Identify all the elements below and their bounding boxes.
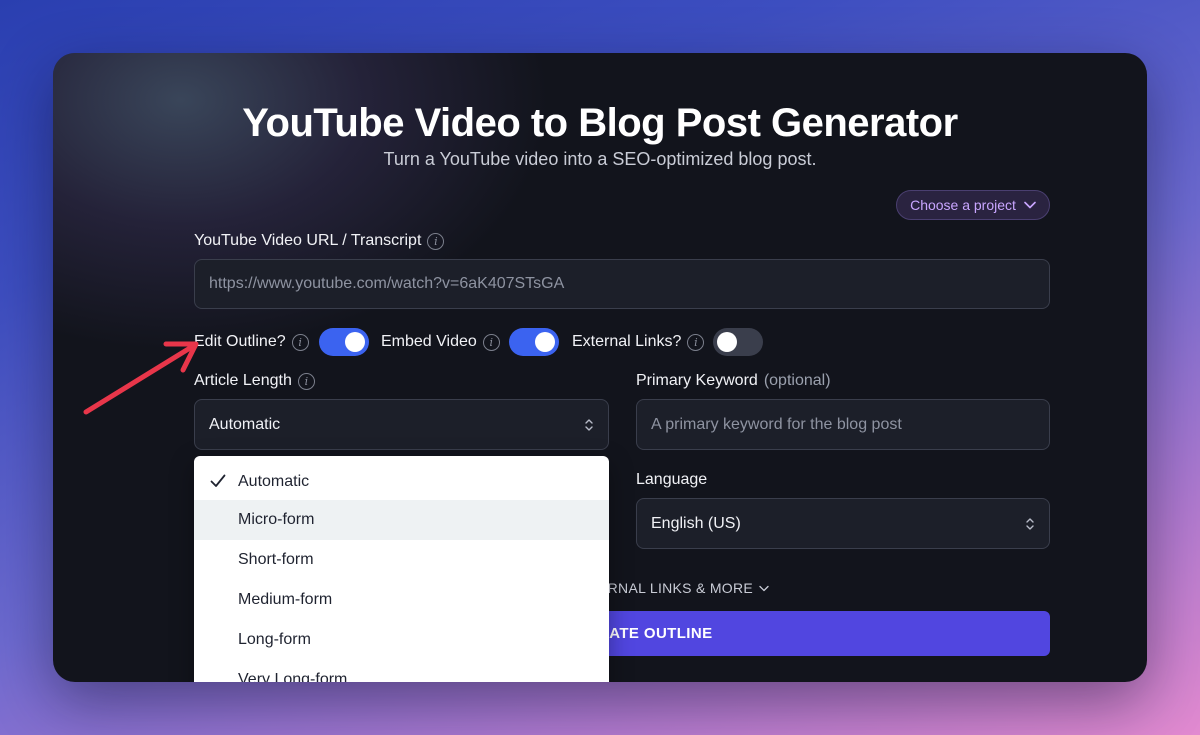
more-options-toggle[interactable]: ERNAL LINKS & MORE — [598, 580, 769, 596]
language-value: English (US) — [651, 514, 741, 532]
generate-outline-label: RATE OUTLINE — [598, 625, 713, 642]
info-icon[interactable]: i — [687, 333, 705, 351]
dropdown-option-very-long-form[interactable]: Very Long-form — [194, 660, 609, 682]
dropdown-option-short-form[interactable]: Short-form — [194, 540, 609, 580]
keyword-input[interactable]: A primary keyword for the blog post — [636, 399, 1050, 450]
page-title: YouTube Video to Blog Post Generator — [242, 101, 958, 145]
option-label: Very Long-form — [238, 671, 348, 682]
option-label: Medium-form — [238, 591, 333, 608]
embed-video-toggle[interactable] — [509, 328, 559, 356]
option-label: Micro-form — [238, 511, 315, 528]
language-label-text: Language — [636, 471, 708, 488]
url-field-label-text: YouTube Video URL / Transcript — [194, 232, 422, 249]
chevron-up-down-icon — [1025, 516, 1035, 532]
keyword-label: Primary Keyword (optional) — [636, 372, 831, 390]
toggle-knob — [717, 332, 737, 352]
article-length-dropdown: Automatic Micro-form Short-form Medium-f… — [194, 456, 609, 682]
embed-video-label-text: Embed Video — [381, 333, 477, 350]
article-length-value: Automatic — [209, 415, 281, 433]
option-label: Long-form — [238, 631, 311, 648]
keyword-optional-tag: (optional) — [763, 372, 831, 389]
edit-outline-label-text: Edit Outline? — [194, 333, 286, 350]
generator-card: YouTube Video to Blog Post Generator Tur… — [53, 53, 1147, 682]
dropdown-option-automatic[interactable]: Automatic — [194, 456, 609, 500]
info-icon[interactable]: i — [427, 232, 445, 250]
article-length-select[interactable]: Automatic — [194, 399, 609, 450]
article-length-label: Article Length i — [194, 372, 315, 390]
url-input[interactable]: https://www.youtube.com/watch?v=6aK407ST… — [194, 259, 1050, 309]
url-field-label: YouTube Video URL / Transcript i — [194, 232, 445, 250]
article-length-label-text: Article Length — [194, 372, 292, 389]
keyword-input-placeholder: A primary keyword for the blog post — [651, 415, 902, 433]
toggle-knob — [535, 332, 555, 352]
dropdown-option-medium-form[interactable]: Medium-form — [194, 580, 609, 620]
edit-outline-label: Edit Outline? i — [194, 333, 309, 351]
external-links-label-text: External Links? — [572, 333, 682, 350]
choose-project-button[interactable]: Choose a project — [896, 190, 1050, 220]
checkmark-icon — [210, 472, 226, 493]
choose-project-label: Choose a project — [910, 197, 1016, 213]
url-input-placeholder: https://www.youtube.com/watch?v=6aK407ST… — [209, 275, 565, 292]
info-icon[interactable]: i — [482, 333, 500, 351]
dropdown-option-micro-form[interactable]: Micro-form — [194, 500, 609, 540]
external-links-toggle[interactable] — [713, 328, 763, 356]
option-label: Automatic — [238, 473, 310, 490]
dropdown-option-long-form[interactable]: Long-form — [194, 620, 609, 660]
keyword-label-text: Primary Keyword — [636, 372, 758, 389]
option-label: Short-form — [238, 551, 314, 568]
external-links-label: External Links? i — [572, 333, 705, 351]
more-options-label: ERNAL LINKS & MORE — [598, 580, 754, 596]
info-icon[interactable]: i — [297, 372, 315, 390]
language-select[interactable]: English (US) — [636, 498, 1050, 549]
edit-outline-toggle[interactable] — [319, 328, 369, 356]
embed-video-label: Embed Video i — [381, 333, 500, 351]
page-subtitle: Turn a YouTube video into a SEO-optimize… — [383, 149, 817, 169]
generate-outline-button[interactable]: RATE OUTLINE — [593, 611, 1050, 656]
info-icon[interactable]: i — [291, 333, 309, 351]
chevron-up-down-icon — [584, 417, 594, 433]
language-label: Language — [636, 471, 707, 489]
chevron-down-icon — [759, 585, 769, 591]
toggle-knob — [345, 332, 365, 352]
chevron-down-icon — [1024, 201, 1036, 209]
